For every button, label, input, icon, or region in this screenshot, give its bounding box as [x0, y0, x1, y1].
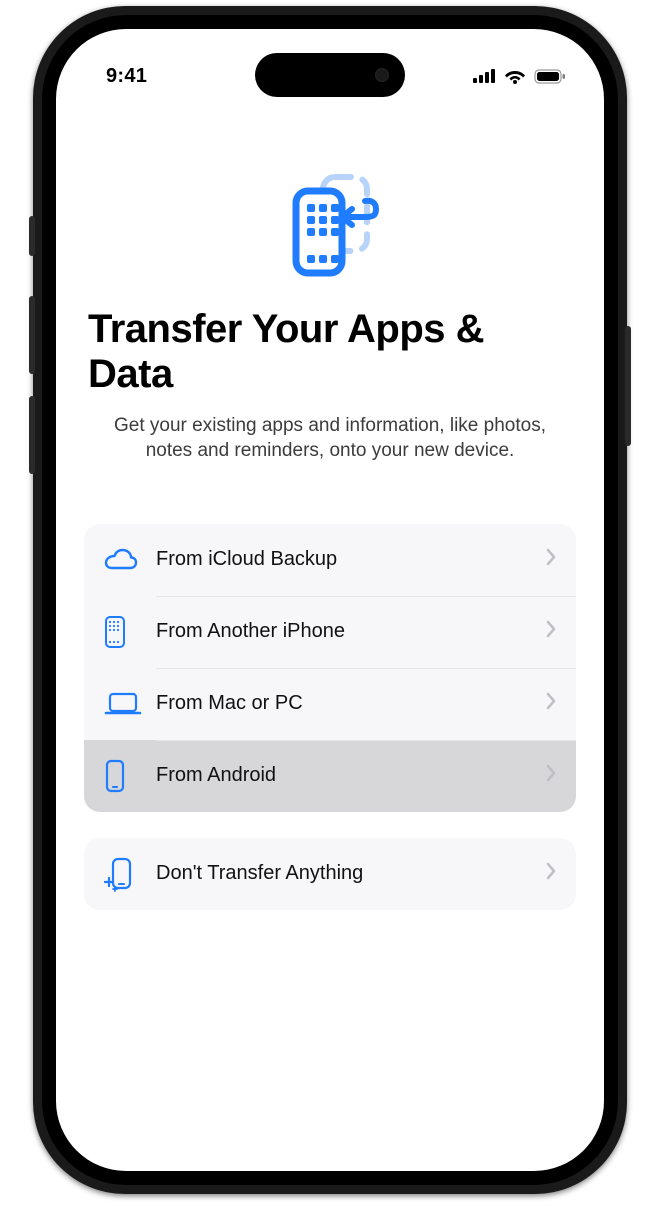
device-frame: 9:41: [33, 6, 627, 1194]
dynamic-island: [255, 53, 405, 97]
battery-icon: [534, 69, 566, 84]
page-title: Transfer Your Apps & Data: [84, 307, 576, 397]
volume-up-button[interactable]: [29, 296, 35, 374]
chevron-right-icon: [546, 764, 556, 787]
mute-switch[interactable]: [29, 216, 35, 256]
option-label: From Android: [156, 764, 546, 787]
volume-down-button[interactable]: [29, 396, 35, 474]
chevron-right-icon: [546, 620, 556, 643]
option-label: From Mac or PC: [156, 692, 546, 715]
transfer-hero-icon: [84, 169, 576, 289]
screen: 9:41: [56, 29, 604, 1171]
options-group-1: From iCloud Backup: [84, 524, 576, 812]
option-android[interactable]: From Android: [84, 740, 576, 812]
device-bezel: 9:41: [42, 15, 618, 1185]
cellular-icon: [473, 69, 496, 83]
android-icon: [104, 759, 156, 793]
status-icons: [473, 68, 566, 84]
option-label: From Another iPhone: [156, 620, 546, 643]
chevron-right-icon: [546, 548, 556, 571]
sparkle-phone-icon: [104, 856, 156, 892]
page-subtitle: Get your existing apps and information, …: [84, 413, 576, 464]
status-time: 9:41: [106, 65, 147, 88]
option-dont-transfer[interactable]: Don't Transfer Anything: [84, 838, 576, 910]
cloud-icon: [104, 548, 156, 572]
option-icloud-backup[interactable]: From iCloud Backup: [84, 524, 576, 596]
wifi-icon: [504, 68, 526, 84]
option-label: Don't Transfer Anything: [156, 862, 546, 885]
chevron-right-icon: [546, 862, 556, 885]
laptop-icon: [104, 691, 156, 717]
iphone-icon: [104, 615, 156, 649]
chevron-right-icon: [546, 692, 556, 715]
option-mac-or-pc[interactable]: From Mac or PC: [84, 668, 576, 740]
option-another-iphone[interactable]: From Another iPhone: [84, 596, 576, 668]
options-group-2: Don't Transfer Anything: [84, 838, 576, 910]
power-button[interactable]: [625, 326, 631, 446]
content: Transfer Your Apps & Data Get your exist…: [56, 29, 604, 1171]
option-label: From iCloud Backup: [156, 548, 546, 571]
